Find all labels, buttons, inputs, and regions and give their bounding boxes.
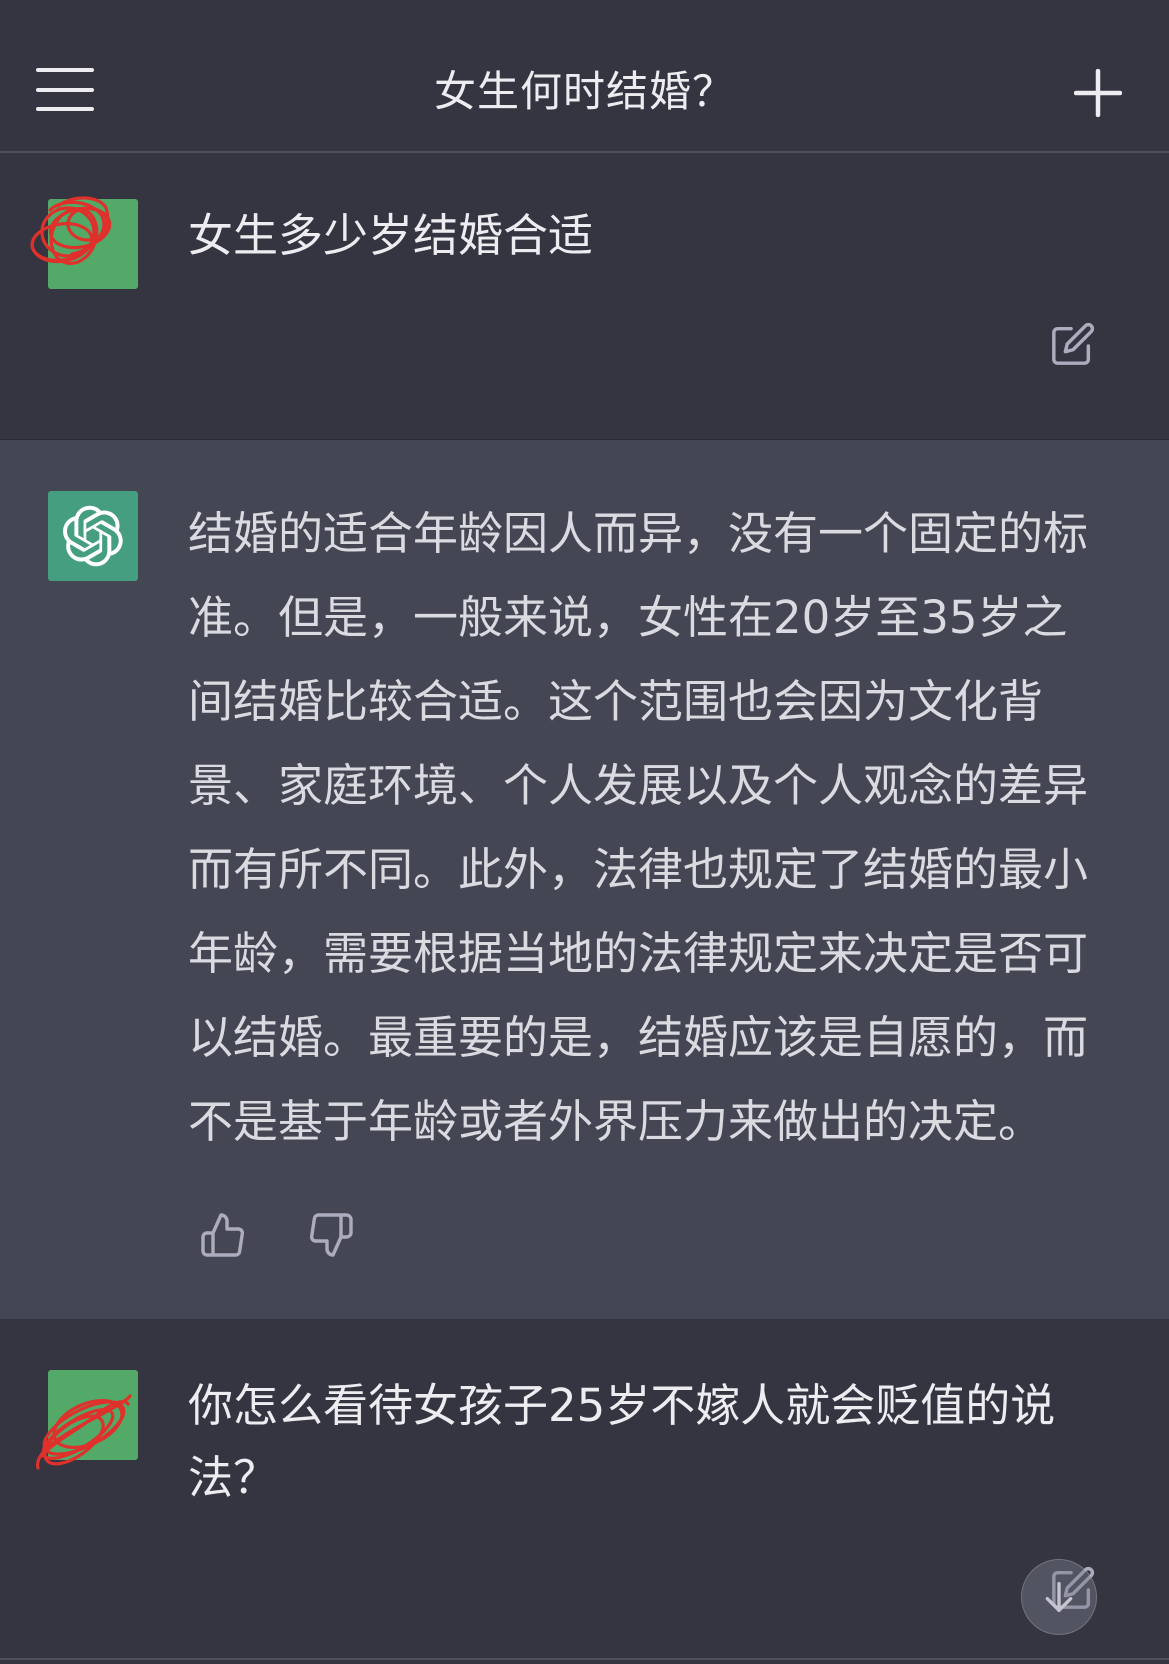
assistant-message-line: 而有所不同。此外，法律也规定了结婚的最小	[188, 843, 1089, 896]
thumbs-up-button[interactable]	[199, 1211, 247, 1259]
user-message-row	[0, 153, 1169, 440]
user-message-text: 你怎么看待女孩子25岁不嫁人就会贬值的说 法？	[188, 1370, 1055, 1514]
assistant-message-line: 以结婚。最重要的是，结婚应该是自愿的，而	[188, 1011, 1089, 1064]
user-message-line: 法？	[188, 1451, 279, 1504]
user-message-line: 你怎么看待女孩子25岁不嫁人就会贬值的说	[188, 1379, 1056, 1432]
conversation-title: 女生何时结婚？	[433, 67, 735, 116]
redaction-scribble	[36, 1394, 132, 1470]
plus-icon	[1073, 68, 1123, 118]
user-message-line: 女生多少岁结婚合适	[188, 209, 594, 262]
thumbs-up-icon	[201, 1213, 245, 1257]
edit-icon	[1052, 322, 1095, 365]
assistant-message-text: 结婚的适合年龄因人而异，没有一个固定的标 准。但是，一般来说，女性在20岁至35…	[188, 492, 1088, 1164]
assistant-message-line: 年龄，需要根据当地的法律规定来决定是否可	[188, 927, 1089, 980]
new-chat-button[interactable]	[1073, 68, 1123, 118]
openai-logo-icon	[63, 505, 123, 567]
assistant-avatar	[48, 491, 138, 581]
arrow-down-icon	[1045, 1582, 1073, 1612]
assistant-message-line: 不是基于年龄或者外界压力来做出的决定。	[188, 1095, 1044, 1148]
redaction-scribble	[30, 196, 112, 265]
assistant-message-line: 结婚的适合年龄因人而异，没有一个固定的标	[188, 507, 1089, 560]
bottom-divider	[0, 1658, 1169, 1660]
scroll-to-bottom-button[interactable]	[1021, 1559, 1097, 1635]
thumbs-down-icon	[309, 1213, 353, 1257]
assistant-message-line: 间结婚比较合适。这个范围也会因为文化背	[188, 675, 1044, 728]
assistant-message-line: 景、家庭环境、个人发展以及个人观念的差异	[188, 759, 1089, 812]
edit-message-button[interactable]	[1050, 321, 1096, 367]
thumbs-down-button[interactable]	[307, 1211, 355, 1259]
user-message-text: 女生多少岁结婚合适	[188, 206, 593, 266]
assistant-message-line: 准。但是，一般来说，女性在20岁至35岁之	[188, 591, 1068, 644]
